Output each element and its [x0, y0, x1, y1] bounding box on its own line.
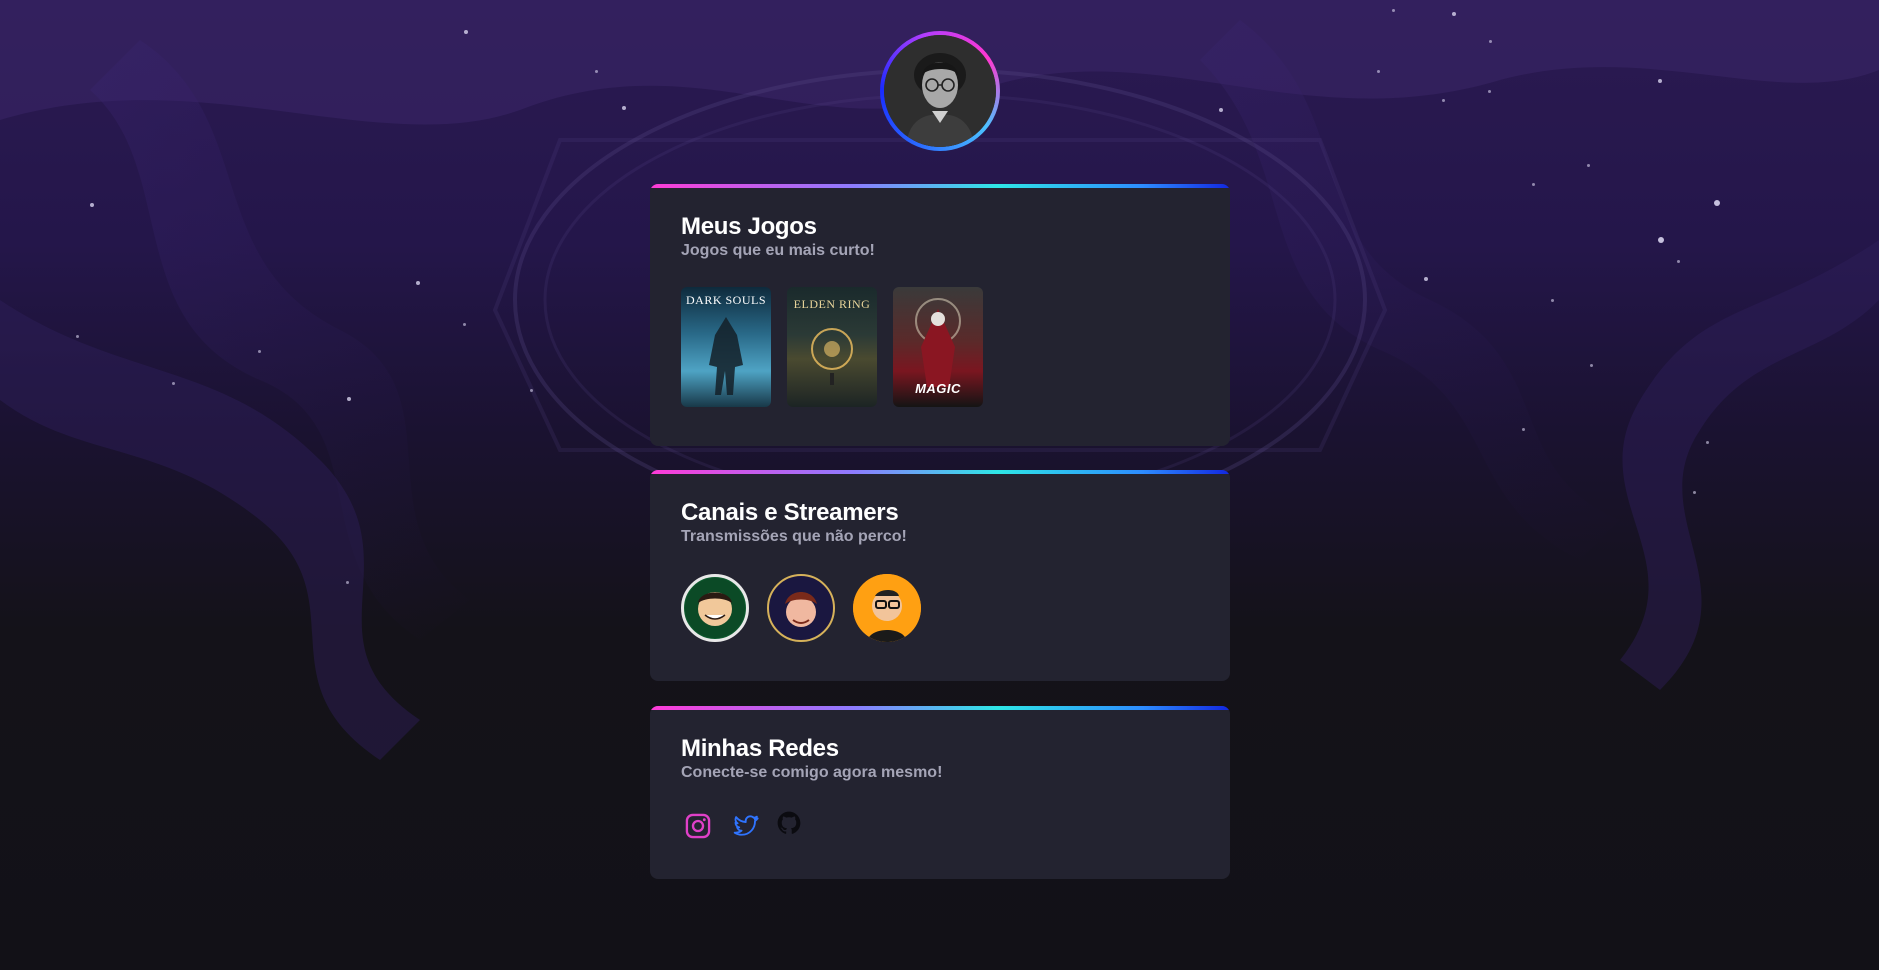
games-title: Meus Jogos — [681, 213, 817, 240]
profile-avatar — [880, 31, 1000, 151]
card-accent-bar — [650, 706, 1230, 710]
elden-ring-art — [811, 328, 853, 385]
games-card: Meus Jogos Jogos que eu mais curto! DARK… — [650, 184, 1230, 446]
card-accent-bar — [650, 470, 1230, 474]
instagram-icon[interactable] — [684, 812, 712, 845]
socials-title: Minhas Redes — [681, 735, 839, 762]
socials-subtitle: Conecte-se comigo agora mesmo! — [681, 764, 943, 781]
streamers-title: Canais e Streamers — [681, 499, 899, 526]
knight-art — [709, 317, 743, 395]
game-card-elden-ring[interactable]: ELDEN RING — [787, 287, 877, 407]
profile-photo — [884, 35, 996, 147]
github-icon[interactable] — [776, 810, 802, 841]
streamer-avatar-3[interactable] — [853, 574, 921, 642]
game-card-dark-souls[interactable]: DARK SOULS — [681, 287, 771, 407]
socials-card: Minhas Redes Conecte-se comigo agora mes… — [650, 706, 1230, 879]
streamer-2-art — [770, 577, 832, 639]
streamers-card: Canais e Streamers Transmissões que não … — [650, 470, 1230, 681]
streamer-avatar-casimiro[interactable] — [681, 574, 749, 642]
card-accent-bar — [650, 184, 1230, 188]
streamers-subtitle: Transmissões que não perco! — [681, 528, 907, 545]
person-silhouette-icon — [884, 35, 996, 147]
game-card-magic[interactable]: MAGIC — [893, 287, 983, 407]
streamer-3-art — [853, 574, 921, 642]
streamer-avatar-2[interactable] — [767, 574, 835, 642]
twitter-icon[interactable] — [731, 812, 761, 845]
casimiro-logo — [685, 578, 745, 638]
games-subtitle: Jogos que eu mais curto! — [681, 242, 875, 259]
game-title: MAGIC — [915, 381, 961, 396]
